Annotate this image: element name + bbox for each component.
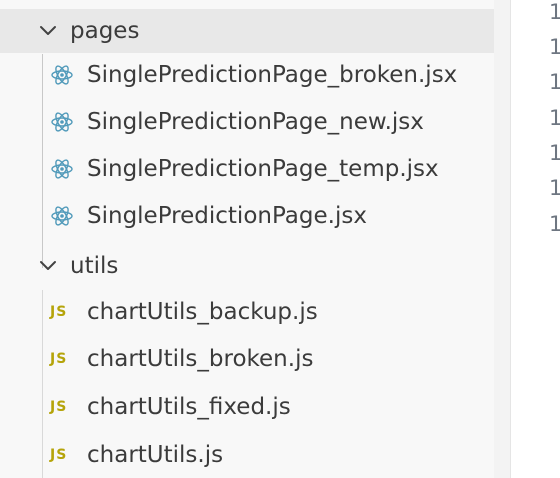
react-icon (50, 204, 74, 228)
line-number: 1 (549, 0, 560, 24)
line-number: 1 (549, 35, 560, 59)
folder-label: pages (70, 17, 140, 44)
chevron-down-icon[interactable] (36, 19, 60, 43)
file-item[interactable]: JS chartUtils.js (0, 433, 494, 477)
folder-utils[interactable]: utils (0, 244, 494, 288)
js-icon: JS (50, 351, 68, 367)
file-label: SinglePredictionPage_broken.jsx (87, 61, 458, 88)
file-item[interactable]: SinglePredictionPage.jsx (0, 194, 494, 238)
js-icon: JS (50, 304, 68, 320)
line-number: 1 (549, 176, 560, 200)
file-item[interactable]: SinglePredictionPage_new.jsx (0, 100, 494, 144)
file-label: chartUtils_broken.js (87, 345, 314, 372)
folder-label: utils (70, 252, 119, 279)
line-number: 1 (549, 70, 560, 94)
chevron-down-icon[interactable] (36, 254, 60, 278)
file-item[interactable]: SinglePredictionPage_broken.jsx (0, 53, 494, 97)
file-item[interactable]: JS chartUtils_fixed.js (0, 385, 494, 429)
file-explorer: pages SinglePredictionPage_broken.jsx Si… (0, 0, 494, 478)
file-label: SinglePredictionPage_temp.jsx (87, 155, 439, 182)
editor-line-gutter: 1 1 1 1 1 1 1 (510, 0, 560, 478)
js-icon: JS (50, 447, 68, 463)
react-icon (50, 110, 74, 134)
file-label: chartUtils_fixed.js (87, 393, 291, 420)
react-icon (50, 63, 74, 87)
line-number: 1 (549, 212, 560, 236)
explorer-scrollbar[interactable] (494, 0, 510, 478)
file-item[interactable]: JS chartUtils_broken.js (0, 337, 494, 381)
line-number: 1 (549, 141, 560, 165)
file-label: SinglePredictionPage_new.jsx (87, 108, 424, 135)
file-label: chartUtils.js (87, 441, 224, 468)
react-icon (50, 157, 74, 181)
line-number: 1 (549, 106, 560, 130)
file-item[interactable]: SinglePredictionPage_temp.jsx (0, 147, 494, 191)
file-item[interactable]: JS chartUtils_backup.js (0, 290, 494, 334)
js-icon: JS (50, 399, 68, 415)
file-label: SinglePredictionPage.jsx (87, 202, 367, 229)
file-label: chartUtils_backup.js (87, 298, 318, 325)
folder-pages[interactable]: pages (0, 9, 494, 53)
